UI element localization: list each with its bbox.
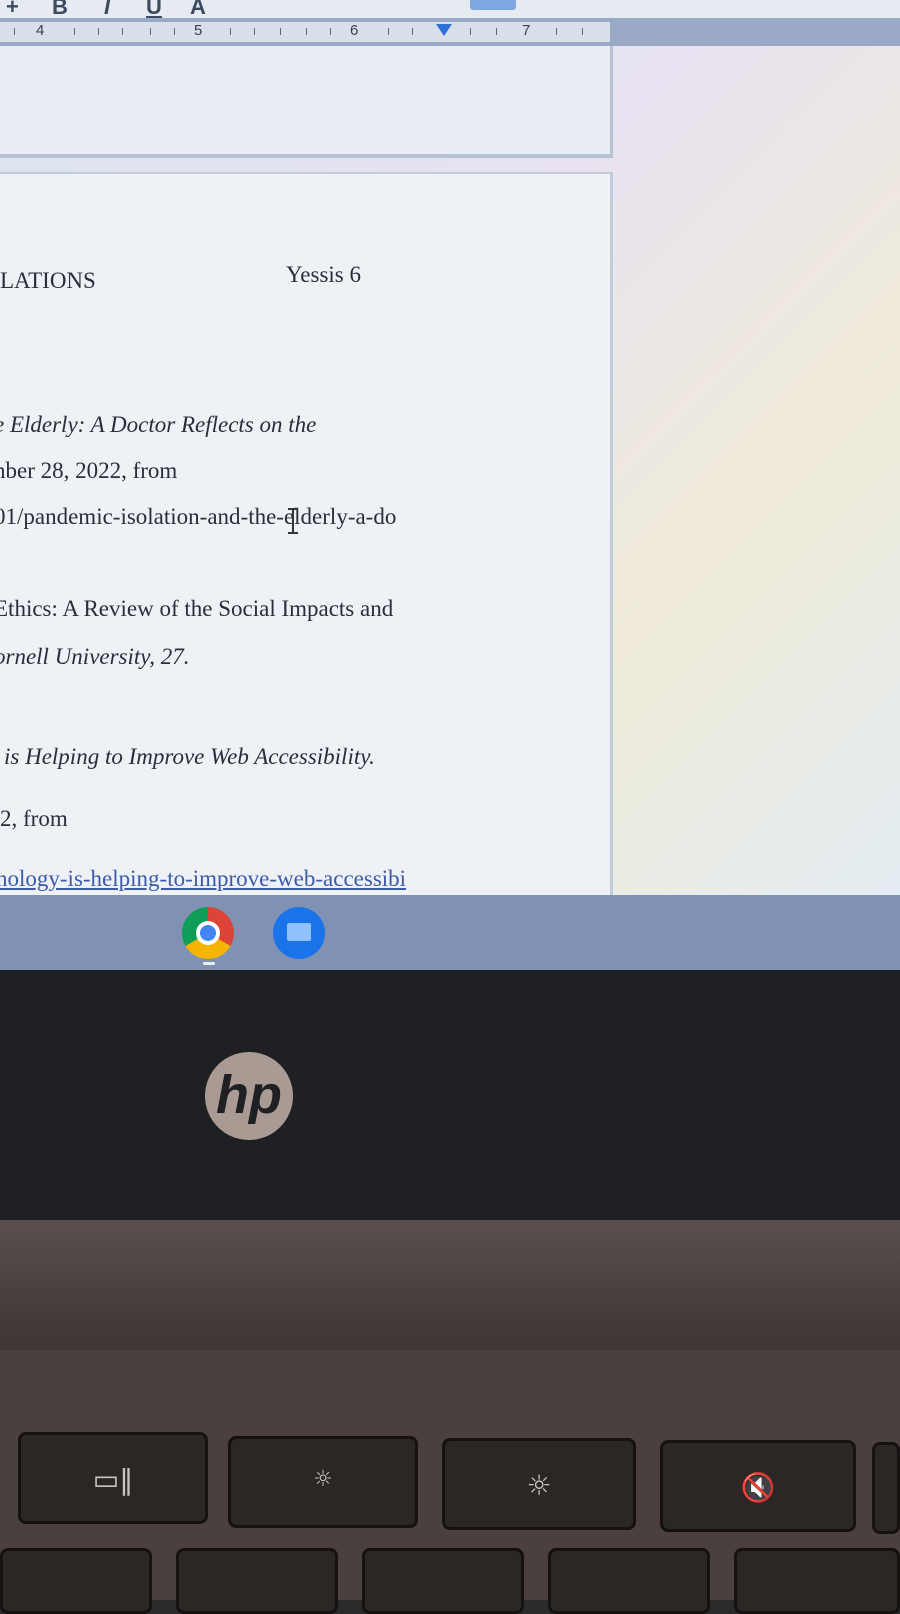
reference-line: 2, from: [0, 806, 68, 831]
keyboard-key[interactable]: [0, 1548, 152, 1614]
reference-hyperlink[interactable]: nology-is-helping-to-improve-web-accessi…: [0, 866, 406, 892]
add-button[interactable]: +: [6, 0, 19, 18]
bold-button[interactable]: B: [52, 0, 68, 18]
ruler-tick: [496, 28, 497, 35]
reference-line: is Helping to Improve Web Accessibility.: [4, 744, 375, 769]
mute-key[interactable]: 🔇: [660, 1440, 856, 1532]
brightness-up-icon: ☼: [526, 1469, 552, 1502]
ruler-tick: [388, 28, 389, 35]
brightness-down-icon: ☼: [313, 1467, 333, 1492]
overview-key[interactable]: ▭‖: [18, 1432, 208, 1524]
reference-line: nber 28, 2022, from: [0, 458, 178, 483]
ruler-tick: [98, 28, 99, 35]
keyboard-key[interactable]: [176, 1548, 338, 1614]
shelf: [0, 895, 900, 970]
screen: + B I U A 4 5 6 7 LATIONS Yessis 6 e Eld…: [0, 0, 900, 895]
text-cursor-icon: [288, 508, 298, 534]
volume-key-partial[interactable]: [872, 1442, 900, 1534]
ruler-mark: 4: [36, 22, 45, 39]
ruler[interactable]: 4 5 6 7: [0, 18, 900, 46]
chrome-icon-center: [200, 925, 216, 941]
keyboard-key[interactable]: [362, 1548, 524, 1614]
ruler-tick: [330, 28, 331, 35]
chrome-icon[interactable]: [182, 907, 234, 959]
ruler-tick: [254, 28, 255, 35]
ruler-tick: [470, 28, 471, 35]
ruler-mark: 7: [522, 22, 531, 39]
formatting-toolbar: + B I U A: [0, 0, 900, 18]
keyboard-key[interactable]: [548, 1548, 710, 1614]
toolbar-active-indicator: [470, 0, 516, 10]
ruler-tick: [306, 28, 307, 35]
ruler-mark: 5: [194, 22, 203, 39]
laptop-hinge: [0, 1220, 900, 1350]
files-icon[interactable]: [273, 907, 325, 959]
reference-line: e Elderly: A Doctor Reflects on the: [0, 412, 317, 437]
ruler-tick: [230, 28, 231, 35]
ruler-tick: [582, 28, 583, 35]
ruler-track: [0, 22, 610, 42]
folder-icon: [287, 923, 311, 941]
laptop-bezel: [0, 970, 900, 1220]
hp-logo: hp: [205, 1052, 293, 1140]
reference-link-line[interactable]: 01/pandemic-isolation-and-the-elderly-a-…: [0, 504, 396, 530]
underline-button[interactable]: U: [146, 0, 162, 18]
ruler-tick: [280, 28, 281, 35]
ruler-tick: [122, 28, 123, 35]
ruler-tick: [412, 28, 413, 35]
reference-line: ornell University, 27.: [0, 644, 190, 669]
ruler-tick: [150, 28, 151, 35]
running-indicator: [203, 962, 215, 965]
running-head-title: LATIONS: [0, 268, 96, 293]
overview-icon: ▭‖: [92, 1463, 134, 1496]
italic-button[interactable]: I: [104, 0, 110, 18]
keyboard-key[interactable]: [734, 1548, 900, 1614]
ruler-tick: [74, 28, 75, 35]
right-indent-marker[interactable]: [436, 24, 452, 36]
running-head-page: Yessis 6: [286, 262, 362, 287]
reference-line: Ethics: A Review of the Social Impacts a…: [0, 596, 394, 621]
brightness-up-key[interactable]: ☼: [442, 1438, 636, 1530]
ruler-tick: [14, 28, 15, 35]
previous-page: [0, 46, 613, 158]
ruler-tick: [174, 28, 175, 35]
ruler-tick: [556, 28, 557, 35]
ruler-mark: 6: [350, 22, 359, 39]
text-color-button[interactable]: A: [190, 0, 206, 18]
brightness-down-key[interactable]: ☼: [228, 1436, 418, 1528]
mute-icon: 🔇: [740, 1471, 776, 1504]
